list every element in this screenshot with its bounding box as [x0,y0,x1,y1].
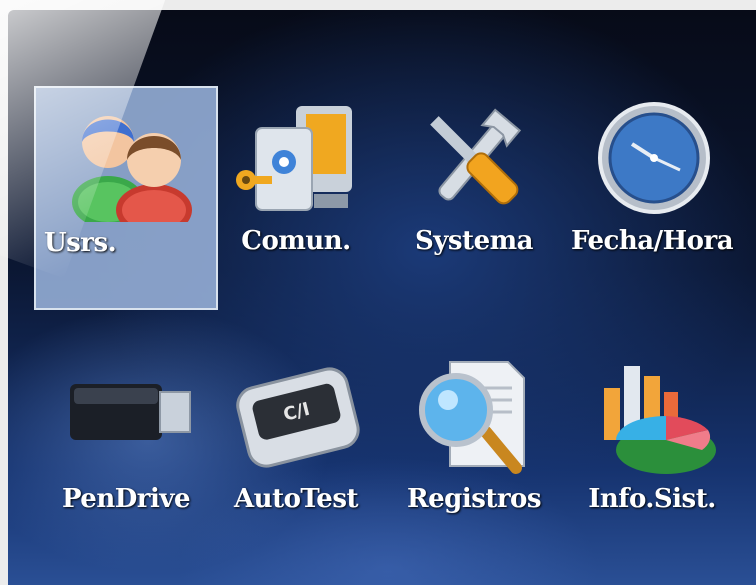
menu-item-pendrive[interactable]: PenDrive [34,344,218,568]
main-menu-screen: Usrs. Comun. Systema Fecha/Hora PenDrive… [8,10,756,585]
tools-icon [430,108,522,205]
menu-item-date-time[interactable]: Fecha/Hora [560,86,744,310]
menu-item-label: Usrs. [44,228,117,258]
usb-drive-icon [70,384,191,440]
menu-item-communication[interactable]: Comun. [204,86,388,310]
menu-item-autotest[interactable]: C/I AutoTest [204,344,388,568]
menu-item-label: PenDrive [61,484,191,514]
communication-icon [236,106,352,211]
device-display-frame: Usrs. Comun. Systema Fecha/Hora PenDrive… [0,0,756,585]
system-info-chart-icon [604,366,716,474]
clock-icon [598,102,710,214]
menu-item-label: Info.Sist. [588,484,716,514]
menu-item-label: AutoTest [234,484,358,514]
records-search-icon [419,361,525,474]
menu-item-label: Registros [406,484,542,514]
autotest-icon: C/I [236,367,360,468]
menu-item-system-info[interactable]: Info.Sist. [560,344,744,568]
menu-item-system[interactable]: Systema [382,86,566,310]
menu-item-label: Comun. [241,226,351,256]
menu-item-label: Systema [415,226,533,256]
menu-item-records[interactable]: Registros [382,344,566,568]
menu-item-users[interactable]: Usrs. [34,86,218,310]
menu-item-label: Fecha/Hora [570,226,734,256]
users-icon [72,116,192,222]
